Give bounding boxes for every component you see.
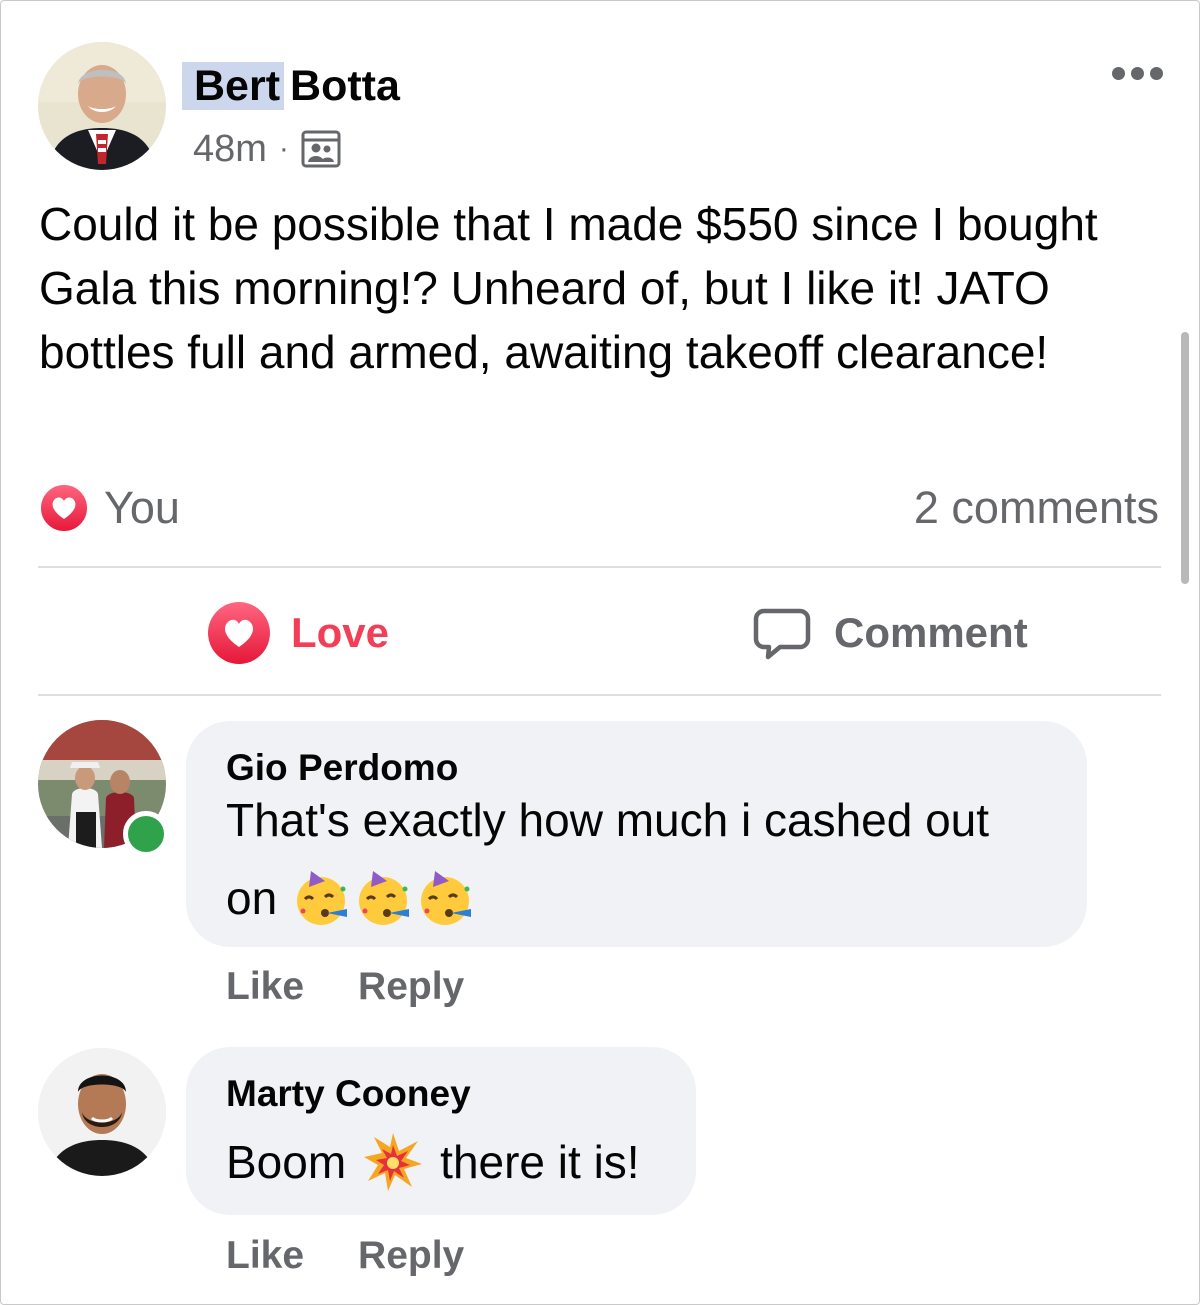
online-status-indicator bbox=[123, 811, 169, 857]
comment-text-end: on bbox=[226, 872, 278, 924]
comment-label: Comment bbox=[834, 609, 1028, 656]
post-time[interactable]: 48m bbox=[193, 128, 267, 171]
comment-bubble: Gio Perdomo That's exactly how much i ca… bbox=[186, 721, 1087, 947]
divider bbox=[38, 694, 1161, 696]
partying-face-emoji bbox=[353, 867, 415, 929]
comment-text-before: Boom bbox=[226, 1136, 347, 1188]
author-last-name[interactable]: Botta bbox=[290, 62, 400, 110]
love-heart-icon bbox=[39, 483, 89, 533]
comment-bubble-icon bbox=[753, 608, 811, 660]
comment-text: Boom there it is! bbox=[226, 1131, 640, 1193]
post-text: Could it be possible that I made $550 si… bbox=[39, 198, 1098, 378]
commenter-name[interactable]: Gio Perdomo bbox=[226, 747, 458, 789]
commenter-name[interactable]: Marty Cooney bbox=[226, 1073, 471, 1115]
comment-button[interactable]: Comment bbox=[752, 598, 1028, 668]
reaction-summary[interactable]: You bbox=[38, 480, 180, 536]
comments-count[interactable]: 2 comments bbox=[914, 482, 1159, 534]
partying-face-emoji bbox=[291, 867, 353, 929]
reply-comment-button[interactable]: Reply bbox=[358, 965, 464, 1009]
commenter-avatar[interactable] bbox=[38, 1048, 166, 1176]
reply-comment-button[interactable]: Reply bbox=[358, 1234, 464, 1278]
partying-face-emoji bbox=[415, 867, 477, 929]
divider bbox=[38, 566, 1161, 568]
author-first-name[interactable]: Bert bbox=[182, 62, 285, 110]
like-comment-button[interactable]: Like bbox=[226, 965, 304, 1009]
more-options-icon[interactable] bbox=[1108, 60, 1166, 86]
comment-text-after: there it is! bbox=[440, 1136, 640, 1188]
author-avatar[interactable] bbox=[38, 42, 166, 170]
comment-text: That's exactly how much i cashed out bbox=[226, 794, 990, 846]
group-audience-icon bbox=[301, 130, 341, 168]
reaction-by: You bbox=[104, 482, 180, 533]
love-button[interactable]: Love bbox=[207, 598, 389, 668]
comment-text-line2: on bbox=[226, 867, 477, 929]
comment-actions: Like Reply bbox=[226, 965, 464, 1009]
comment-actions: Like Reply bbox=[226, 1234, 464, 1278]
author-name[interactable]: Bert Botta bbox=[182, 60, 400, 112]
love-label: Love bbox=[291, 609, 390, 656]
scrollbar[interactable] bbox=[1181, 332, 1189, 584]
collision-emoji bbox=[362, 1131, 424, 1193]
post-meta: 48m · bbox=[193, 126, 341, 172]
love-heart-icon bbox=[208, 602, 270, 664]
meta-separator: · bbox=[278, 132, 289, 165]
comment-bubble: Marty Cooney Boom there it is! bbox=[186, 1047, 696, 1215]
like-comment-button[interactable]: Like bbox=[226, 1234, 304, 1278]
